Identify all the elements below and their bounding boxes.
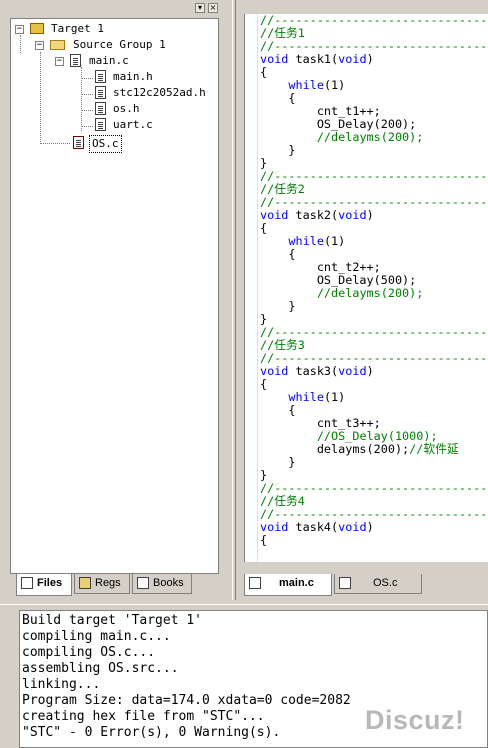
c-file-icon [70, 54, 81, 67]
editor-scroll-track[interactable] [244, 562, 488, 572]
code-area[interactable]: //--------------------------------//任务1/… [260, 14, 488, 547]
code-line: void task2(void) [260, 208, 374, 222]
output-grip[interactable] [4, 606, 16, 748]
output-line: Program Size: data=174.0 xdata=0 code=20… [22, 693, 351, 708]
header-file-icon [95, 86, 106, 99]
close-button[interactable]: × [208, 3, 218, 13]
tree-item-file[interactable]: OS.c [73, 135, 213, 153]
ide-window: ▾ × − Target 1 − Source Group 1 − main.c [0, 0, 488, 748]
code-line: } [260, 143, 296, 157]
tree-connector [81, 126, 93, 127]
tab-regs[interactable]: Regs [74, 574, 130, 594]
file-icon [249, 577, 261, 589]
collapse-icon[interactable]: − [15, 25, 24, 34]
tree-item-group[interactable]: − Source Group 1 [35, 37, 215, 53]
collapse-icon[interactable]: − [35, 41, 44, 50]
header-file-icon [95, 102, 106, 115]
code-editor[interactable]: //--------------------------------//任务1/… [244, 14, 488, 562]
code-line: void task4(void) [260, 520, 374, 534]
file-label: uart.c [113, 118, 153, 131]
file-label: stc12c2052ad.h [113, 86, 206, 99]
files-icon [21, 577, 33, 589]
output-line: Build target 'Target 1' [22, 613, 203, 628]
target-label: Target 1 [51, 22, 104, 35]
tab-books[interactable]: Books [132, 574, 192, 594]
tree-item-target[interactable]: − Target 1 [15, 21, 215, 37]
file-label-selected: OS.c [89, 135, 122, 153]
code-line: void task1(void) [260, 52, 374, 66]
code-line: void task3(void) [260, 364, 374, 378]
tree-connector [40, 52, 41, 144]
tab-label: OS.c [373, 577, 398, 589]
tree-item-file[interactable]: uart.c [95, 117, 215, 133]
tab-files[interactable]: Files [16, 574, 72, 596]
editor-gutter [245, 14, 258, 562]
books-icon [137, 577, 149, 589]
tree-item-header[interactable]: main.h [95, 69, 215, 85]
output-line: compiling main.c... [22, 629, 171, 644]
output-line: assembling OS.src... [22, 661, 179, 676]
c-file-icon [73, 136, 84, 149]
watermark-logo: Discuz! [365, 705, 465, 735]
tab-label: Regs [95, 577, 121, 589]
collapse-icon[interactable]: − [55, 57, 64, 66]
file-icon [339, 577, 351, 589]
code-line: { [260, 533, 268, 547]
tree-connector [20, 35, 21, 53]
tree-connector [81, 78, 93, 79]
output-line: compiling OS.c... [22, 645, 156, 660]
output-splitter[interactable] [0, 604, 488, 607]
group-label: Source Group 1 [73, 38, 166, 51]
tree-connector [81, 67, 82, 131]
tab-main-c[interactable]: main.c [244, 574, 332, 596]
tab-label: main.c [279, 577, 314, 589]
file-label: os.h [113, 102, 140, 115]
project-titlebar: ▾ × [0, 0, 232, 16]
tab-os-c[interactable]: OS.c [334, 574, 422, 594]
c-file-icon [95, 118, 106, 131]
target-icon [30, 23, 44, 34]
project-tree: − Target 1 − Source Group 1 − main.c mai… [10, 18, 219, 574]
file-label: main.c [89, 54, 129, 67]
output-line: "STC" - 0 Error(s), 0 Warning(s). [22, 725, 281, 740]
header-file-icon [95, 70, 106, 83]
file-label: main.h [113, 70, 153, 83]
splitter[interactable] [232, 0, 236, 600]
tab-label: Books [153, 577, 184, 589]
tree-connector [81, 110, 93, 111]
tab-label: Files [37, 577, 63, 589]
tree-connector [81, 94, 93, 95]
tree-item-file[interactable]: − main.c [55, 53, 215, 69]
tree-connector [40, 143, 70, 144]
output-line: creating hex file from "STC"... [22, 709, 265, 724]
output-line: linking... [22, 677, 101, 692]
folder-icon [50, 40, 65, 50]
regs-icon [79, 577, 91, 589]
tree-item-header[interactable]: os.h [95, 101, 215, 117]
tree-item-header[interactable]: stc12c2052ad.h [95, 85, 215, 101]
pin-button[interactable]: ▾ [195, 3, 205, 13]
code-line: } [260, 299, 296, 313]
code-line: } [260, 455, 296, 469]
